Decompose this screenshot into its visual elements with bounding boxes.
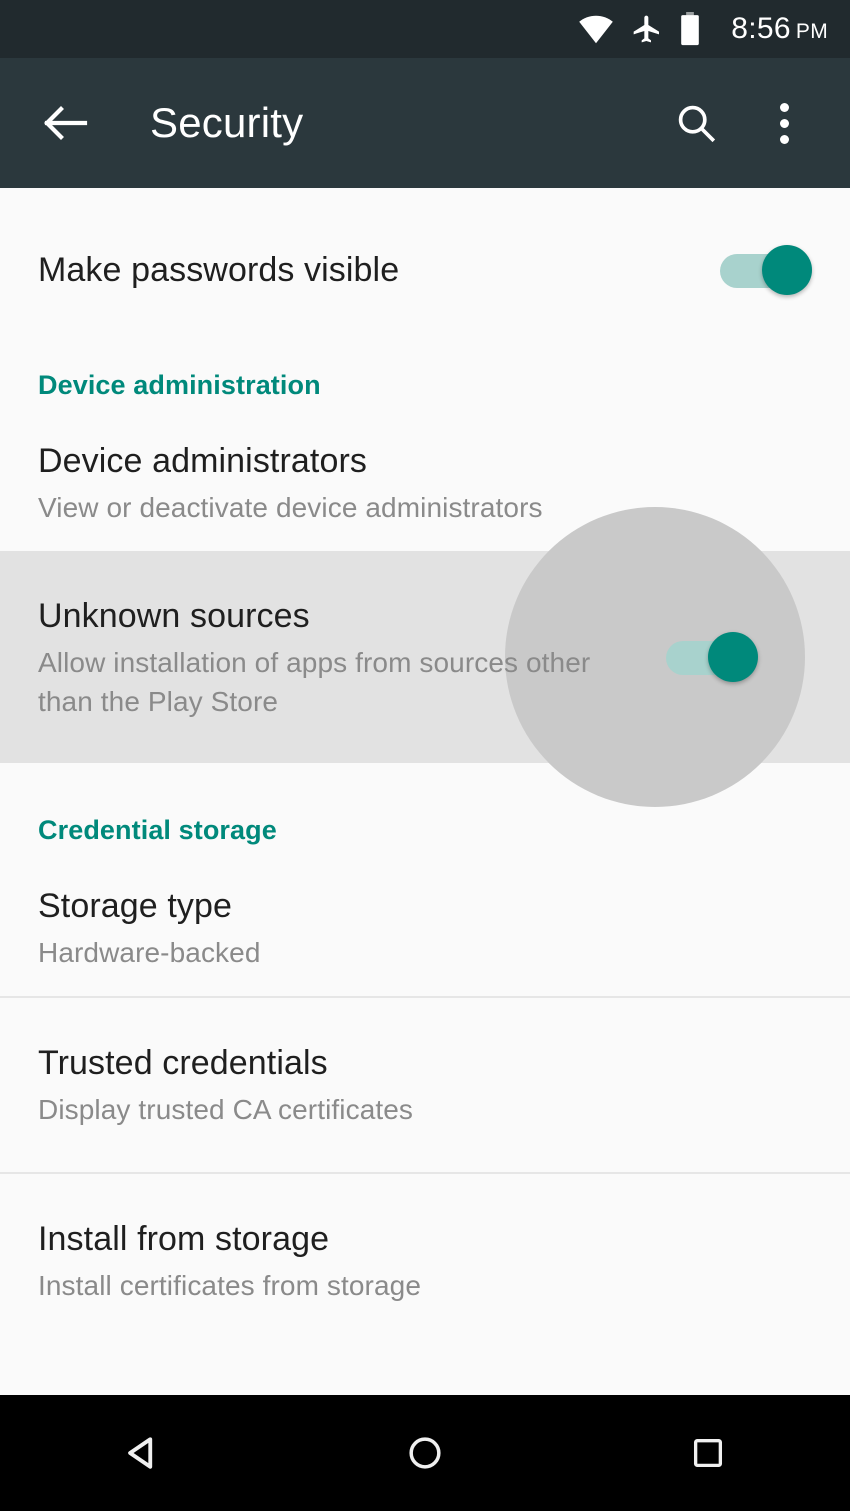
app-toolbar: Security bbox=[0, 58, 850, 188]
row-summary: Allow installation of apps from sources … bbox=[38, 646, 591, 717]
toggle-make-passwords-visible[interactable] bbox=[720, 245, 812, 295]
status-bar-clock: 8:56 PM bbox=[731, 12, 828, 46]
row-text: Make passwords visible bbox=[38, 248, 702, 292]
switch-thumb-icon bbox=[762, 245, 812, 295]
toolbar-actions bbox=[672, 99, 850, 147]
row-title: Install from storage bbox=[38, 1220, 330, 1258]
list-item-unknown-sources[interactable]: Unknown sources Allow installation of ap… bbox=[0, 507, 850, 807]
status-bar: 8:56 PM bbox=[0, 0, 850, 58]
list-item-install-from-storage[interactable]: Install from storage Install certificate… bbox=[0, 1174, 850, 1348]
settings-list: Passwords Make passwords visible Device … bbox=[0, 160, 850, 1348]
section-header-credential-storage: Credential storage bbox=[38, 815, 277, 845]
page-title: Security bbox=[150, 99, 304, 146]
row-title: Device administrators bbox=[38, 442, 367, 480]
list-item-device-administrators[interactable]: Device administrators View or deactivate… bbox=[0, 435, 850, 531]
overflow-menu-icon[interactable] bbox=[760, 99, 808, 147]
android-settings-screen: 8:56 PM Passwords Make passwords visible bbox=[0, 0, 850, 1511]
back-arrow-icon[interactable] bbox=[40, 98, 90, 148]
row-title: Unknown sources bbox=[38, 596, 310, 635]
clock-ampm: PM bbox=[795, 20, 828, 43]
row-summary: Display trusted CA certificates bbox=[38, 1094, 414, 1125]
list-item-storage-type[interactable]: Storage type Hardware-backed bbox=[0, 880, 850, 976]
row-text: Unknown sources Allow installation of ap… bbox=[38, 594, 648, 721]
row-text: Trusted credentials Display trusted CA c… bbox=[38, 1041, 812, 1129]
search-icon[interactable] bbox=[672, 99, 720, 147]
row-summary: Hardware-backed bbox=[38, 937, 261, 968]
row-text: Device administrators View or deactivate… bbox=[38, 439, 812, 527]
clock-time: 8:56 bbox=[731, 12, 791, 45]
nav-home-circle-icon[interactable] bbox=[365, 1395, 485, 1511]
battery-icon bbox=[679, 12, 701, 46]
wifi-icon bbox=[577, 14, 615, 44]
row-summary: View or deactivate device administrators bbox=[38, 492, 543, 523]
status-bar-icons: 8:56 PM bbox=[577, 12, 828, 46]
toggle-unknown-sources[interactable] bbox=[666, 632, 758, 682]
system-navigation-bar bbox=[0, 1395, 850, 1511]
switch-wrap bbox=[702, 245, 812, 295]
overflow-dots bbox=[779, 102, 789, 144]
settings-scroll-container[interactable]: Passwords Make passwords visible Device … bbox=[0, 58, 850, 1395]
row-title: Make passwords visible bbox=[38, 251, 400, 289]
switch-wrap bbox=[648, 632, 758, 682]
row-summary: Install certificates from storage bbox=[38, 1270, 421, 1301]
airplane-mode-icon bbox=[631, 13, 663, 45]
nav-back-triangle-icon[interactable] bbox=[82, 1395, 202, 1511]
row-text: Install from storage Install certificate… bbox=[38, 1217, 812, 1305]
row-title: Trusted credentials bbox=[38, 1044, 328, 1082]
nav-recents-square-icon[interactable] bbox=[648, 1395, 768, 1511]
switch-thumb-icon bbox=[708, 632, 758, 682]
row-title: Storage type bbox=[38, 887, 232, 925]
list-item-trusted-credentials[interactable]: Trusted credentials Display trusted CA c… bbox=[0, 998, 850, 1172]
list-item-make-passwords-visible[interactable]: Make passwords visible bbox=[0, 222, 850, 318]
row-text: Storage type Hardware-backed bbox=[38, 884, 812, 972]
section-header-device-administration: Device administration bbox=[38, 370, 321, 400]
